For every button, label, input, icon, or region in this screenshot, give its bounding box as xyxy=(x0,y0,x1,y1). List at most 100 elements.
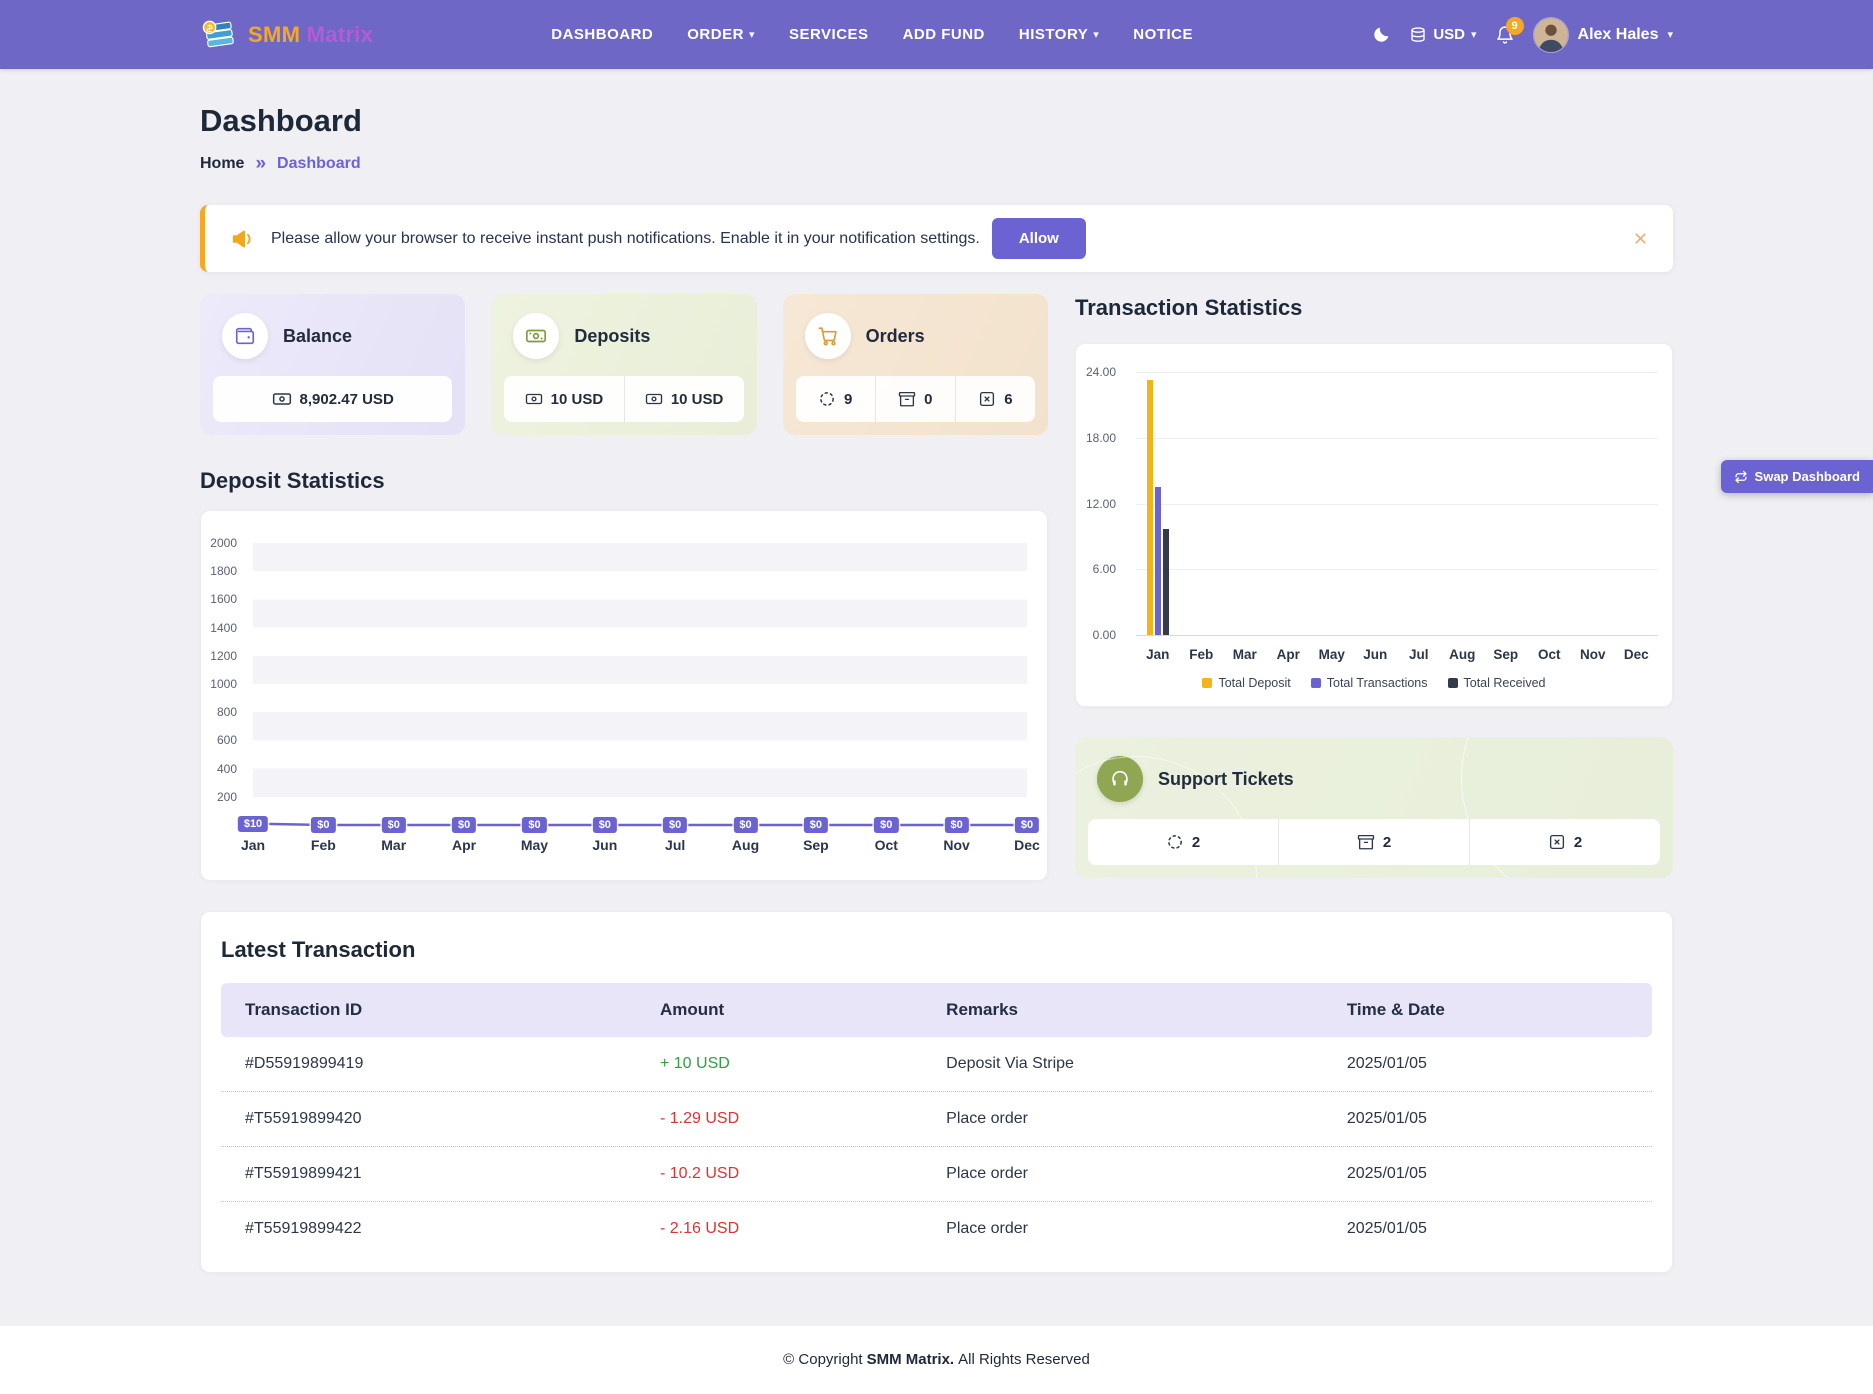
nav-link-dashboard[interactable]: DASHBOARD xyxy=(551,26,653,43)
close-alert-button[interactable] xyxy=(1632,230,1649,247)
bar-group-jun xyxy=(1354,372,1398,635)
x-axis-label: Jan xyxy=(240,837,266,853)
user-photo xyxy=(1533,17,1568,52)
bar-group-apr xyxy=(1267,372,1311,635)
x-axis-label: Dec xyxy=(1014,837,1040,853)
table-body: #D55919899419 + 10 USD Deposit Via Stripe 2… xyxy=(221,1037,1652,1256)
y-axis-label: 1200 xyxy=(210,648,237,663)
latest-transaction-card: Latest Transaction Transaction ID Amount R… xyxy=(200,911,1673,1273)
deposits-card: Deposits 10 USD 10 USD xyxy=(491,294,757,435)
support-card-header: Support Tickets xyxy=(1088,756,1660,802)
bar-total-received xyxy=(1162,528,1169,635)
headset-icon xyxy=(1097,756,1143,802)
y-axis-label: 1600 xyxy=(210,592,237,607)
balance-card-header: Balance xyxy=(213,313,452,359)
cancel-icon xyxy=(1549,834,1564,850)
x-axis-label: Jan xyxy=(1146,647,1170,662)
box-icon xyxy=(898,391,916,407)
table-header-row: Transaction ID Amount Remarks Time & Date xyxy=(221,983,1652,1037)
main-nav: DASHBOARD ORDER ▾ SERVICES ADD FUND HISTORY ▾ N… xyxy=(551,26,1193,43)
megaphone-icon xyxy=(229,226,255,252)
deposits-card-header: Deposits xyxy=(504,313,743,359)
stat-cards-row: Balance 8,902.47 USD Deposits 10 USD 10 … xyxy=(200,294,1048,435)
dark-mode-toggle[interactable] xyxy=(1371,25,1391,45)
currency-selector[interactable]: USD ▾ xyxy=(1409,26,1477,44)
bar-chart-plot xyxy=(1136,372,1658,636)
x-axis-label: Sep xyxy=(803,837,829,853)
data-label: $0 xyxy=(1014,817,1040,833)
transaction-id-cell: #D55919899419 xyxy=(245,1055,364,1072)
x-axis-label: Mar xyxy=(381,837,407,853)
y-axis-label: 12.00 xyxy=(1085,496,1116,511)
coins-icon xyxy=(1411,26,1426,42)
data-label: $10 xyxy=(237,815,269,832)
bar-chart-y-axis: 24.00 18.00 12.00 6.00 0.00 xyxy=(1076,365,1124,642)
data-label: $0 xyxy=(733,817,758,833)
data-label: $0 xyxy=(522,817,547,833)
remarks-cell: Place order xyxy=(946,1220,1028,1237)
allow-button[interactable]: Allow xyxy=(991,218,1086,259)
transaction-statistics-chart: 24.00 18.00 12.00 6.00 0.00 Jan Feb Mar Apr May J… xyxy=(1075,343,1673,707)
x-axis-label: Oct xyxy=(1537,647,1561,662)
x-axis-label: May xyxy=(1318,647,1345,662)
nav-link-services[interactable]: SERVICES xyxy=(789,26,869,43)
support-answered: 2 xyxy=(1278,819,1469,865)
dashboard-page: { "colors": { "navbar": "#6e67c5", "acce… xyxy=(0,0,1873,1394)
table-row: #T55919899421 - 10.2 USD Place order 2025/0… xyxy=(221,1147,1652,1202)
x-axis-label: Jul xyxy=(665,837,686,853)
brand-logo[interactable]: SMM Matrix xyxy=(200,19,373,51)
swap-icon xyxy=(1734,470,1747,483)
table-header-cell: Time & Date xyxy=(1346,1000,1445,1019)
amount-cell: + 10 USD xyxy=(659,1055,730,1072)
line-chart-y-axis: 2000 1800 1600 1400 1200 1000 800 600 400 200 xyxy=(201,536,245,825)
x-axis-label: Nov xyxy=(1579,647,1606,662)
nav-link-add-fund[interactable]: ADD FUND xyxy=(903,26,985,43)
spinner-icon xyxy=(820,392,834,406)
deposit-statistics-chart: 2000 1800 1600 1400 1200 1000 800 600 400 200 $10… xyxy=(200,510,1048,881)
balance-title: Balance xyxy=(283,325,353,346)
transaction-id-cell: #T55919899420 xyxy=(245,1110,362,1127)
y-axis-label: 24.00 xyxy=(1085,365,1116,379)
amount-cell: - 2.16 USD xyxy=(659,1220,740,1237)
chevron-down-icon: ▾ xyxy=(1667,29,1673,41)
nav-link-history[interactable]: HISTORY ▾ xyxy=(1019,26,1099,43)
user-menu[interactable]: Alex Hales ▾ xyxy=(1532,16,1673,53)
y-axis-label: 6.00 xyxy=(1092,562,1116,577)
bar-groups xyxy=(1136,372,1658,635)
x-axis-label: Feb xyxy=(310,837,336,853)
breadcrumb-current[interactable]: Dashboard xyxy=(277,155,361,173)
nav-link-order[interactable]: ORDER ▾ xyxy=(687,26,755,43)
legend-item: Total Received xyxy=(1447,676,1546,690)
y-axis-label: 600 xyxy=(216,733,237,748)
x-axis-label: Jun xyxy=(1363,647,1388,662)
data-label: $0 xyxy=(311,817,336,833)
x-axis-label: Jul xyxy=(1408,647,1429,662)
line-chart-plot: $10 $0 $0 $0 $0 $0 $0 $0 $0 $0 $0 $0 xyxy=(237,543,1040,833)
top-navbar: SMM Matrix DASHBOARD ORDER ▾ SERVICES ADD FU… xyxy=(0,0,1873,69)
line-chart-x-axis: Jan Feb Mar Apr May Jun Jul Aug Sep Oct Nov Dec xyxy=(241,837,1040,857)
orders-completed: 0 xyxy=(874,376,955,422)
footer-brand: SMM Matrix. xyxy=(866,1351,955,1368)
data-label: $0 xyxy=(944,817,969,833)
bar-group-sep xyxy=(1484,372,1528,635)
bar-total-transactions xyxy=(1154,487,1161,635)
transaction-id-cell: #T55919899422 xyxy=(245,1220,362,1237)
swap-dashboard-button[interactable]: Swap Dashboard xyxy=(1720,460,1873,493)
x-axis-label: Sep xyxy=(1493,647,1519,662)
breadcrumb-home-link[interactable]: Home xyxy=(200,155,244,173)
avatar xyxy=(1532,16,1569,53)
x-axis-label: Aug xyxy=(1449,647,1476,662)
nav-link-notice[interactable]: NOTICE xyxy=(1133,26,1193,43)
chevron-down-icon: ▾ xyxy=(1093,29,1100,41)
notifications-button[interactable]: 9 xyxy=(1495,16,1524,45)
logo-text: SMM Matrix xyxy=(248,21,374,47)
banknote-icon xyxy=(645,393,662,405)
data-label: $0 xyxy=(803,817,829,833)
box-icon xyxy=(1357,834,1375,850)
orders-card-header: Orders xyxy=(796,313,1035,359)
y-axis-label: 0.00 xyxy=(1092,628,1116,642)
content-row: Balance 8,902.47 USD Deposits 10 USD 10 … xyxy=(200,294,1673,881)
date-cell: 2025/01/05 xyxy=(1346,1110,1427,1127)
support-pending: 2 xyxy=(1088,819,1278,865)
navbar-right: USD ▾ 9 Alex Hales ▾ xyxy=(1371,16,1673,53)
